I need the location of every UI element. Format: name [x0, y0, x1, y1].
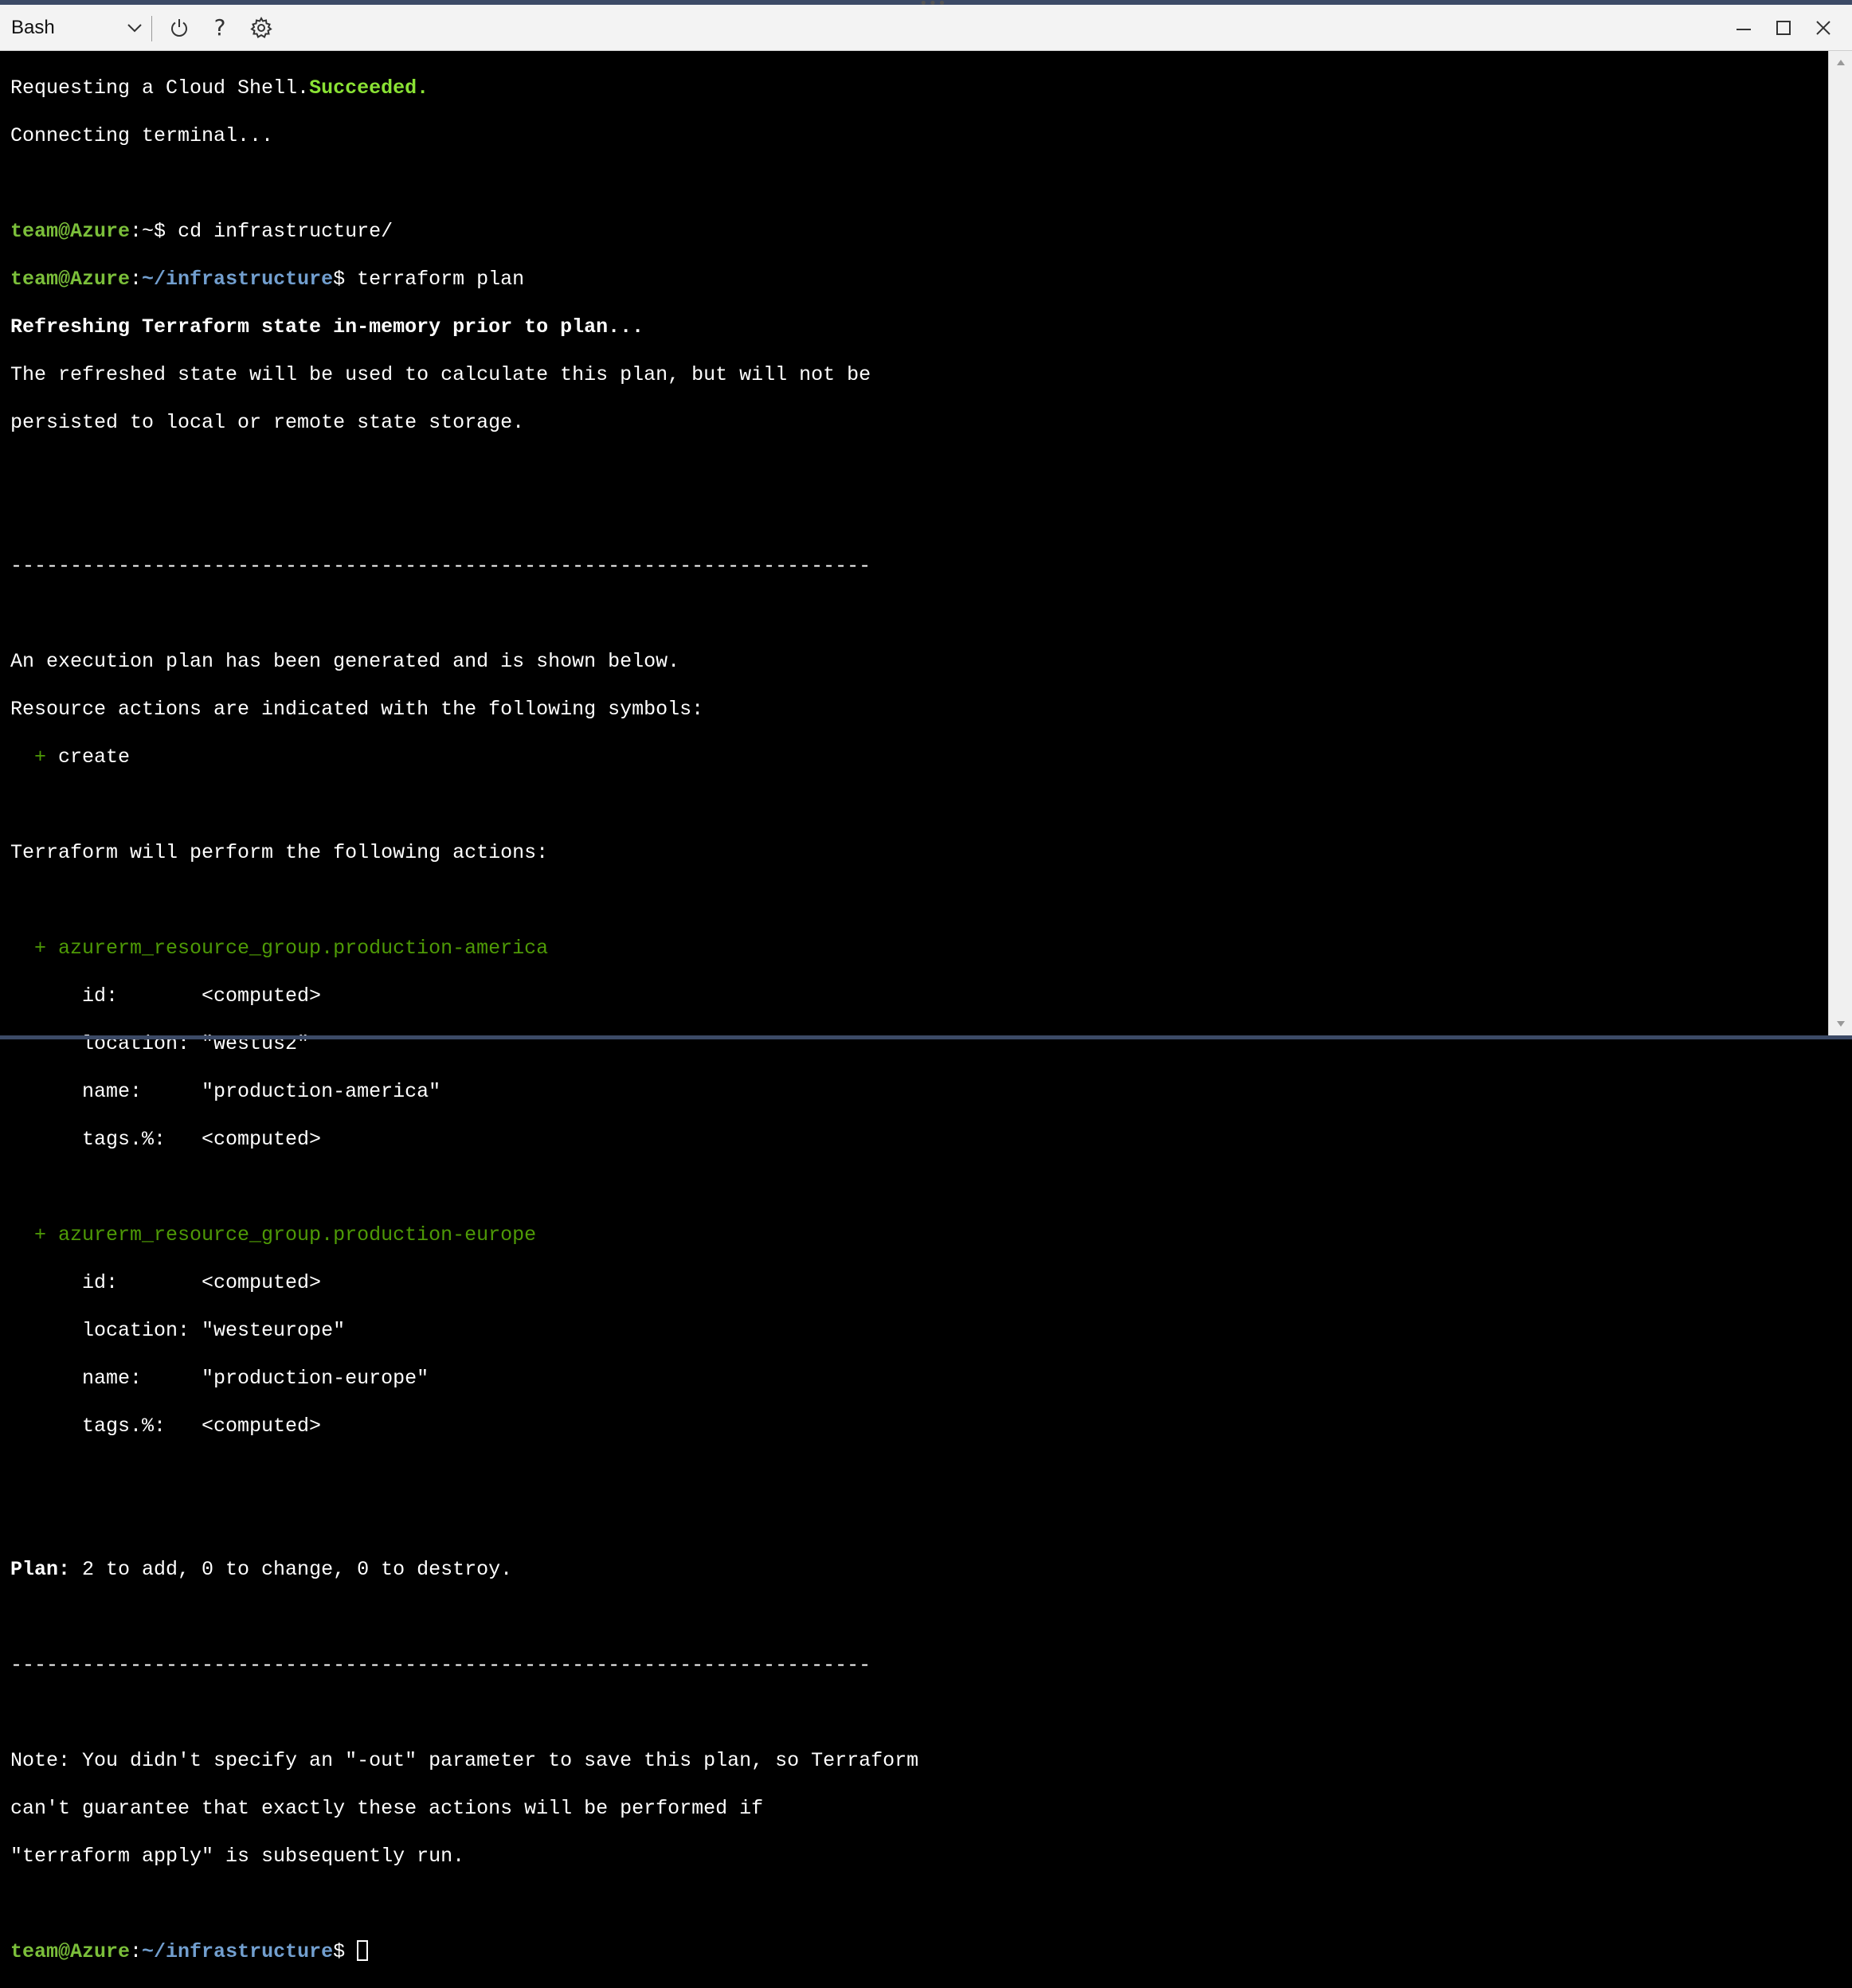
chevron-down-icon [127, 24, 142, 33]
close-icon [1816, 21, 1830, 35]
help-icon: ? [213, 14, 226, 41]
terminal-cursor[interactable] [357, 1940, 369, 1961]
terminal-line: Connecting terminal... [10, 124, 274, 147]
gear-icon [250, 17, 272, 38]
terminal-line: persisted to local or remote state stora… [10, 411, 525, 434]
terminal-prompt-line: team@Azure:~/infrastructure$ [10, 1940, 1828, 1964]
prompt-path: ~/infrastructure [142, 1940, 334, 1963]
scroll-up-icon[interactable] [1835, 57, 1846, 68]
restart-button[interactable] [166, 14, 193, 41]
prompt-user: team@Azure [10, 1940, 131, 1963]
minimize-icon [1736, 29, 1751, 30]
terminal-line: name: "production-america" [10, 1080, 441, 1103]
terminal-line: location: "westeurope" [10, 1319, 346, 1342]
terminal-line: "terraform apply" is subsequently run. [10, 1845, 465, 1868]
terminal-line: tags.%: <computed> [10, 1415, 322, 1438]
toolbar-separator [151, 16, 152, 41]
shell-type-dropdown[interactable]: Bash [11, 13, 143, 43]
prompt-user: team@Azure [10, 268, 131, 291]
terminal-line: name: "production-europe" [10, 1367, 429, 1390]
terminal-resource-line: + azurerm_resource_group.production-euro… [10, 1223, 537, 1246]
scroll-down-icon[interactable] [1835, 1018, 1846, 1029]
terminal-output[interactable]: Requesting a Cloud Shell.Succeeded. Conn… [0, 51, 1828, 1963]
settings-button[interactable] [248, 14, 275, 41]
minimize-button[interactable] [1730, 14, 1757, 41]
maximize-button[interactable] [1770, 14, 1797, 41]
terminal-line: Note: You didn't specify an "-out" param… [10, 1749, 919, 1772]
terminal-scrollbar[interactable] [1828, 51, 1852, 1035]
terminal-resource-line: + azurerm_resource_group.production-amer… [10, 937, 549, 960]
terminal-prompt-line: team@Azure:~$ cd infrastructure/ [10, 220, 394, 243]
prompt-path: ~/infrastructure [142, 268, 334, 291]
shell-type-label: Bash [11, 17, 55, 38]
maximize-icon [1776, 21, 1791, 35]
terminal-line: Plan: 2 to add, 0 to change, 0 to destro… [10, 1558, 513, 1581]
terminal-divider: ----------------------------------------… [10, 554, 871, 577]
terminal-line: The refreshed state will be used to calc… [10, 363, 871, 386]
close-button[interactable] [1810, 14, 1837, 41]
terminal-line: tags.%: <computed> [10, 1128, 322, 1151]
terminal-line: Terraform will perform the following act… [10, 841, 549, 864]
terminal-divider: ----------------------------------------… [10, 1653, 871, 1677]
terminal-line: Resource actions are indicated with the … [10, 698, 704, 721]
bottom-edge-strip [0, 1035, 1852, 1039]
terminal-prompt-line: team@Azure:~/infrastructure$ terraform p… [10, 268, 525, 291]
terminal-line: Requesting a Cloud Shell.Succeeded. [10, 76, 429, 100]
help-button[interactable]: ? [206, 14, 233, 41]
terminal-line: + create [10, 746, 131, 769]
cloud-shell-toolbar: Bash ? [0, 5, 1852, 51]
terminal-line: Refreshing Terraform state in-memory pri… [10, 315, 644, 339]
terminal-line: An execution plan has been generated and… [10, 650, 680, 673]
power-icon [171, 19, 187, 37]
prompt-user: team@Azure [10, 220, 131, 243]
terminal-line: can't guarantee that exactly these actio… [10, 1797, 764, 1820]
terminal-line: id: <computed> [10, 984, 322, 1008]
terminal-line: id: <computed> [10, 1271, 322, 1294]
